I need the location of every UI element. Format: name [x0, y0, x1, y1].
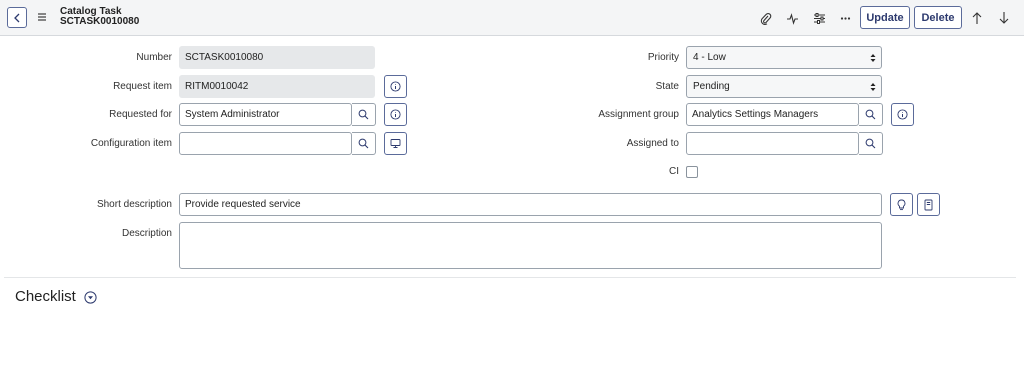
configuration-item-label: Configuration item [90, 138, 172, 149]
attachment-icon[interactable] [758, 11, 772, 25]
delete-button[interactable]: Delete [914, 6, 962, 29]
state-value: Pending [693, 81, 730, 92]
assigned-to-lookup-button[interactable] [859, 132, 883, 155]
activity-icon[interactable] [785, 11, 799, 25]
ci-checkbox[interactable] [686, 166, 698, 178]
search-icon [358, 109, 369, 120]
assignment-group-info-button[interactable] [891, 103, 914, 126]
requested-for-label: Requested for [109, 109, 172, 120]
checklist-toggle-icon[interactable] [84, 291, 97, 304]
request-item-field: RITM0010042 [179, 75, 375, 98]
search-icon [865, 138, 876, 149]
priority-select[interactable]: 4 - Low [686, 46, 882, 69]
priority-label: Priority [647, 52, 679, 63]
suggestion-button[interactable] [890, 193, 913, 216]
short-description-label: Short description [96, 199, 172, 210]
info-icon [897, 109, 908, 120]
book-icon [924, 199, 933, 210]
number-label: Number [136, 52, 172, 63]
more-icon[interactable] [838, 11, 852, 25]
chevron-left-icon [14, 13, 20, 22]
checklist-title: Checklist [15, 288, 76, 305]
back-button[interactable] [7, 7, 27, 28]
search-icon [865, 109, 876, 120]
short-description-input[interactable]: Provide requested service [179, 193, 882, 216]
requested-for-input[interactable]: System Administrator [179, 103, 352, 126]
info-icon [390, 81, 401, 92]
knowledge-button[interactable] [917, 193, 940, 216]
configuration-item-lookup-button[interactable] [352, 132, 376, 155]
configuration-item-input[interactable] [179, 132, 352, 155]
description-textarea[interactable] [179, 222, 882, 269]
description-label: Description [121, 228, 172, 239]
update-button[interactable]: Update [860, 6, 910, 29]
state-select[interactable]: Pending [686, 75, 882, 98]
state-label: State [655, 81, 679, 92]
form-header: Catalog Task SCTASK0010080 Update Delete [0, 0, 1024, 36]
menu-icon[interactable] [37, 10, 47, 24]
number-field: SCTASK0010080 [179, 46, 375, 69]
monitor-icon [390, 139, 401, 148]
assigned-to-label: Assigned to [626, 138, 679, 149]
configuration-item-display-button[interactable] [384, 132, 407, 155]
info-icon [390, 109, 401, 120]
search-icon [358, 138, 369, 149]
select-arrows-icon [870, 47, 876, 71]
assigned-to-input[interactable] [686, 132, 859, 155]
arrow-down-icon[interactable] [997, 11, 1011, 25]
record-number: SCTASK0010080 [60, 16, 140, 27]
arrow-up-icon[interactable] [970, 11, 984, 25]
assignment-group-lookup-button[interactable] [859, 103, 883, 126]
assignment-group-label: Assignment group [598, 109, 679, 120]
lightbulb-icon [897, 199, 906, 210]
priority-value: 4 - Low [693, 52, 726, 63]
settings-icon[interactable] [812, 11, 826, 25]
request-item-label: Request item [113, 81, 172, 92]
select-arrows-icon [870, 76, 876, 100]
section-divider [4, 277, 1016, 278]
ci-label: CI [669, 166, 679, 177]
request-item-info-button[interactable] [384, 75, 407, 98]
requested-for-info-button[interactable] [384, 103, 407, 126]
record-title: Catalog Task SCTASK0010080 [60, 7, 139, 27]
requested-for-lookup-button[interactable] [352, 103, 376, 126]
assignment-group-input[interactable]: Analytics Settings Managers [686, 103, 859, 126]
